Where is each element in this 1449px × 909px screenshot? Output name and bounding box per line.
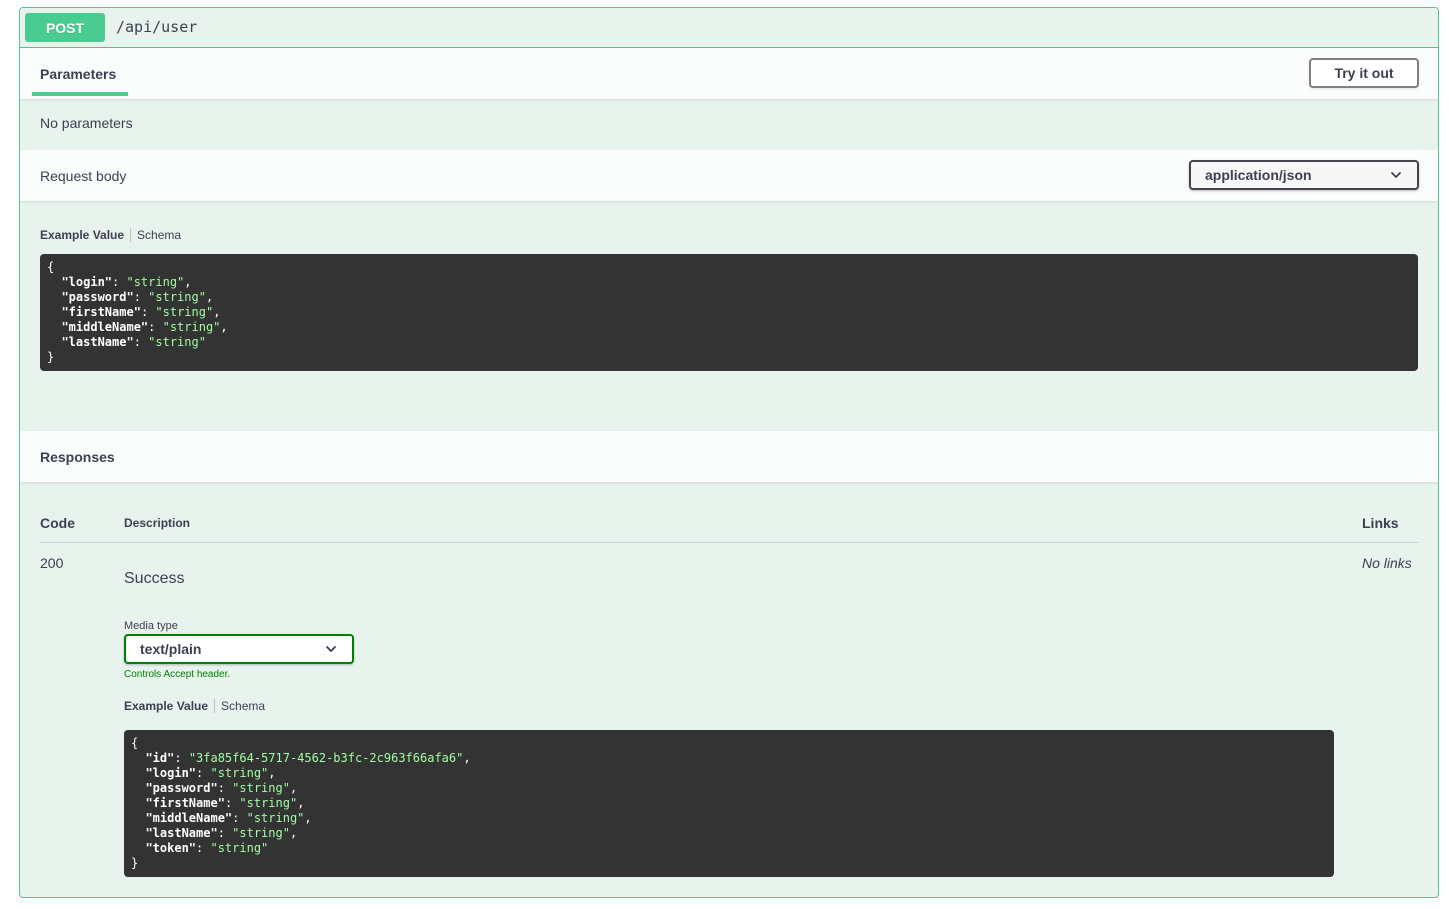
code-line: "middleName": "string", [145,811,312,825]
column-description-header: Description [124,516,191,530]
response-code: 200 [40,555,64,571]
column-code-header: Code [40,515,75,531]
code-value: "string" [232,826,290,840]
operation-summary[interactable]: POST /api/user [20,8,1438,48]
code-line: "token": "string" [145,841,269,855]
code-value: "string" [246,811,305,825]
code-line: "login": "string", [145,766,276,780]
code-line: "id": "3fa85f64-5717-4562-b3fc-2c963f66a… [145,751,471,765]
code-line: "middleName": "string", [61,320,228,334]
code-line: "login": "string", [61,275,192,289]
response-links: No links [1362,555,1412,571]
code-key: "login" [145,766,197,780]
responses-title: Responses [40,449,115,465]
code-brace-open: { [131,736,139,750]
request-example-code[interactable]: { "login": "string", "password": "string… [40,254,1418,371]
code-value: "3fa85f64-5717-4562-b3fc-2c963f66afa6" [188,751,464,765]
code-value: "string" [148,290,206,304]
media-type-label: Media type [124,620,178,632]
request-body-label: Request body [40,168,127,184]
column-links-header: Links [1362,515,1399,531]
request-content-type-select[interactable]: application/json [1189,160,1419,190]
http-method-badge: POST [25,13,105,42]
tab-separator [214,699,216,713]
chevron-down-icon [1391,172,1401,178]
code-value: "string" [155,305,214,319]
code-value: "string" [162,320,221,334]
request-content-type-value: application/json [1205,167,1312,183]
media-type-select[interactable]: text/plain [124,634,354,664]
response-description: Success [124,570,185,587]
code-value: "string" [210,766,269,780]
code-key: "token" [145,841,197,855]
code-line: "password": "string", [61,290,214,304]
code-value: "string" [232,781,290,795]
tab-separator [130,228,132,242]
code-key: "firstName" [145,796,225,810]
code-brace-open: { [47,260,55,274]
code-key: "password" [61,290,134,304]
code-value: "string" [210,841,269,855]
response-example-tabs: Example Value Schema [124,699,265,713]
parameters-header: Parameters Try it out [20,48,1438,99]
active-tab-indicator [32,92,128,96]
tab-schema[interactable]: Schema [137,228,181,242]
response-example-code[interactable]: { "id": "3fa85f64-5717-4562-b3fc-2c963f6… [124,730,1334,877]
code-value: "string" [239,796,298,810]
endpoint-path: /api/user [116,18,198,36]
code-key: "lastName" [61,335,134,349]
code-value: "string" [148,335,206,349]
request-example-tabs: Example Value Schema [40,228,181,242]
no-parameters-text: No parameters [40,115,133,131]
responses-header: Responses [20,431,1438,482]
tab-schema[interactable]: Schema [221,699,265,713]
tab-example-value[interactable]: Example Value [40,228,124,242]
code-key: "password" [145,781,218,795]
media-type-value: text/plain [140,641,202,657]
controls-accept-header-note: Controls Accept header. [124,669,231,680]
code-brace-close: } [47,350,55,364]
code-key: "login" [61,275,113,289]
tab-example-value[interactable]: Example Value [124,699,208,713]
code-line: "password": "string", [145,781,298,795]
code-line: "lastName": "string" [61,335,206,349]
code-key: "middleName" [145,811,233,825]
code-key: "firstName" [61,305,141,319]
post-operation-block: POST /api/user Parameters Try it out No … [19,7,1439,898]
code-key: "middleName" [61,320,149,334]
chevron-down-icon [326,646,336,652]
code-key: "lastName" [145,826,218,840]
code-key: "id" [145,751,175,765]
request-body-header: Request body application/json [20,150,1438,201]
code-line: "firstName": "string", [145,796,305,810]
code-line: "lastName": "string", [145,826,298,840]
code-line: "firstName": "string", [61,305,221,319]
code-value: "string" [126,275,185,289]
code-brace-close: } [131,856,139,870]
try-it-out-button[interactable]: Try it out [1309,58,1419,88]
tab-parameters[interactable]: Parameters [40,66,116,82]
responses-divider [40,542,1418,543]
